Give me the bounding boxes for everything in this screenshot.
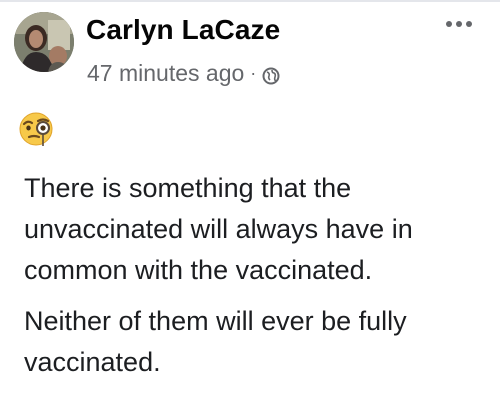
divider [0, 0, 500, 2]
facebook-post: Carlyn LaCaze 47 minutes ago · There is … [0, 0, 500, 417]
more-dot [466, 21, 472, 27]
text-line: There is something that the [24, 173, 352, 203]
text-line: Neither of them will ever be fully [24, 306, 407, 336]
avatar-photo [14, 12, 74, 72]
post-meta: 47 minutes ago · [87, 59, 280, 87]
more-dot [456, 21, 462, 27]
post-paragraph: Neither of them will ever be fully vacci… [24, 301, 494, 383]
face-with-monocle-emoji [19, 112, 53, 146]
post-body: There is something that the unvaccinated… [24, 168, 494, 393]
more-options-icon[interactable] [446, 18, 472, 30]
more-dot [446, 21, 452, 27]
avatar[interactable] [14, 12, 74, 72]
text-line: unvaccinated will always have in [24, 214, 413, 244]
globe-icon[interactable] [262, 64, 280, 85]
post-timestamp[interactable]: 47 minutes ago [87, 60, 244, 87]
text-line: vaccinated. [24, 347, 161, 377]
post-paragraph: There is something that the unvaccinated… [24, 168, 494, 291]
meta-separator: · [250, 62, 257, 83]
author-name[interactable]: Carlyn LaCaze [86, 14, 280, 46]
text-line: common with the vaccinated. [24, 255, 373, 285]
